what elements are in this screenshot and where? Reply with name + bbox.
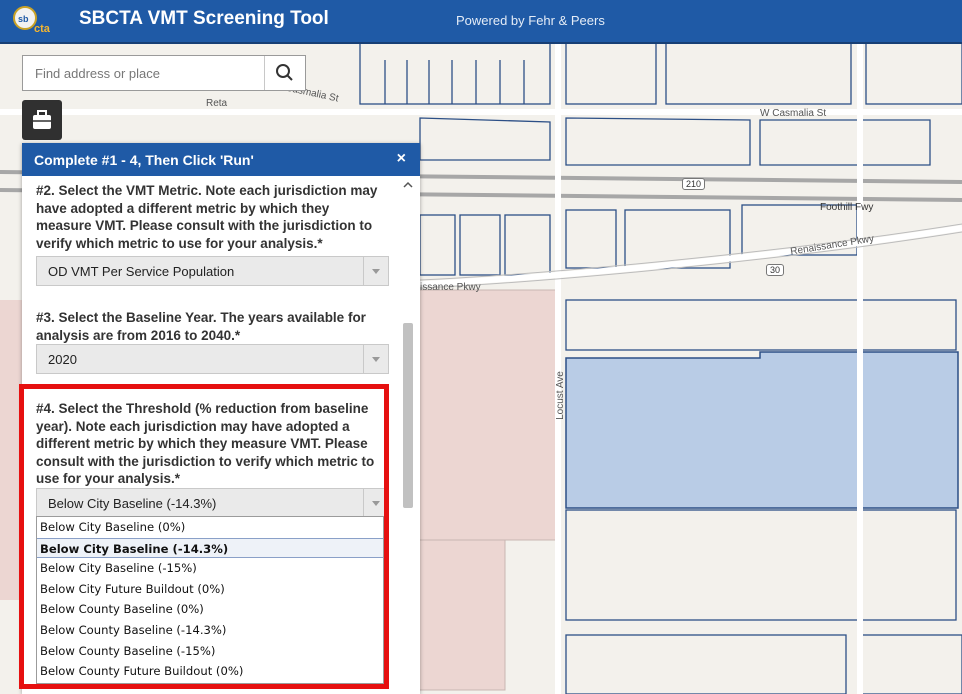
vmt-metric-value: OD VMT Per Service Population (48, 264, 235, 279)
search-box[interactable]: Find address or place (22, 55, 306, 91)
powered-by: Powered by Fehr & Peers (456, 13, 605, 28)
dropdown-option[interactable]: Below County Baseline (-15%) (37, 641, 383, 662)
search-button[interactable] (264, 56, 305, 90)
svg-text:sb: sb (18, 14, 29, 24)
dropdown-option[interactable]: Below County Baseline (-14.3%) (37, 620, 383, 641)
search-icon (276, 64, 293, 81)
app-header: sb cta SBCTA VMT Screening Tool Powered … (0, 0, 962, 44)
foothill-label: Foothill Fwy (820, 202, 874, 213)
reta-label: Reta (206, 98, 228, 109)
dropdown-option[interactable]: Below City Baseline (0%) (37, 517, 383, 538)
w-casmalia-label: W Casmalia St (760, 108, 827, 119)
vmt-metric-select[interactable]: OD VMT Per Service Population (36, 256, 389, 286)
route-210-shield: 210 (682, 178, 706, 190)
search-input[interactable]: Find address or place (35, 66, 160, 81)
dropdown-option[interactable]: Below City Future Buildout (0%) (37, 579, 383, 600)
q2-label: #2. Select the VMT Metric. Note each jur… (36, 183, 378, 251)
panel-title: Complete #1 - 4, Then Click 'Run' (34, 152, 254, 168)
threshold-value: Below City Baseline (-14.3%) (48, 496, 217, 511)
app-title: SBCTA VMT Screening Tool (79, 8, 329, 29)
chevron-down-icon[interactable] (363, 345, 388, 373)
threshold-select[interactable]: Below City Baseline (-14.3%) (36, 488, 389, 518)
dropdown-option[interactable]: Below City Baseline (-15%) (37, 558, 383, 579)
sbcta-logo: sb cta (12, 6, 64, 36)
route-30-shield: 30 (766, 264, 785, 276)
renaissance-left-label: issance Pkwy (420, 282, 481, 293)
tool-button[interactable] (22, 100, 62, 140)
dropdown-option[interactable]: Below County Future Buildout (0%) (37, 661, 383, 682)
scrollbar-thumb[interactable] (403, 323, 413, 508)
chevron-down-icon[interactable] (363, 257, 388, 285)
briefcase-icon (33, 110, 51, 129)
threshold-dropdown-list[interactable]: Below City Baseline (0%) Below City Base… (36, 516, 384, 684)
q3-label: #3. Select the Baseline Year. The years … (36, 310, 366, 343)
scroll-up-icon[interactable] (400, 179, 416, 191)
locust-label: Locust Ave (554, 371, 566, 420)
panel-header: Complete #1 - 4, Then Click 'Run' × (22, 143, 420, 176)
baseline-year-select[interactable]: 2020 (36, 344, 389, 374)
panel-scrollbar[interactable] (400, 178, 416, 518)
baseline-year-value: 2020 (48, 352, 77, 367)
q4-label: #4. Select the Threshold (% reduction fr… (36, 401, 375, 486)
close-icon[interactable]: × (397, 150, 406, 168)
svg-text:cta: cta (34, 23, 51, 35)
chevron-down-icon[interactable] (363, 489, 388, 517)
dropdown-option[interactable]: Below County Baseline (0%) (37, 599, 383, 620)
dropdown-option-selected[interactable]: Below City Baseline (-14.3%) (37, 537, 383, 559)
